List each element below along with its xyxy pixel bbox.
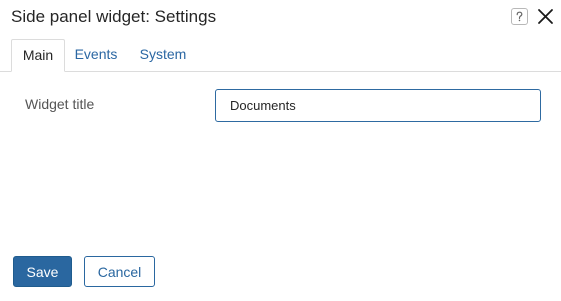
help-button[interactable]	[511, 8, 528, 25]
tab-main[interactable]: Main	[11, 39, 65, 72]
widget-title-input[interactable]	[215, 89, 541, 122]
help-icon	[512, 9, 527, 24]
close-icon	[537, 8, 554, 25]
close-button[interactable]	[537, 8, 554, 25]
cancel-button[interactable]: Cancel	[84, 256, 155, 287]
widget-title-label: Widget title	[25, 96, 95, 112]
tab-events[interactable]: Events	[66, 39, 126, 72]
settings-dialog: Side panel widget: Settings Main Events …	[0, 0, 561, 301]
save-button[interactable]: Save	[13, 256, 72, 287]
tab-system[interactable]: System	[130, 39, 196, 72]
dialog-title: Side panel widget: Settings	[11, 7, 217, 26]
